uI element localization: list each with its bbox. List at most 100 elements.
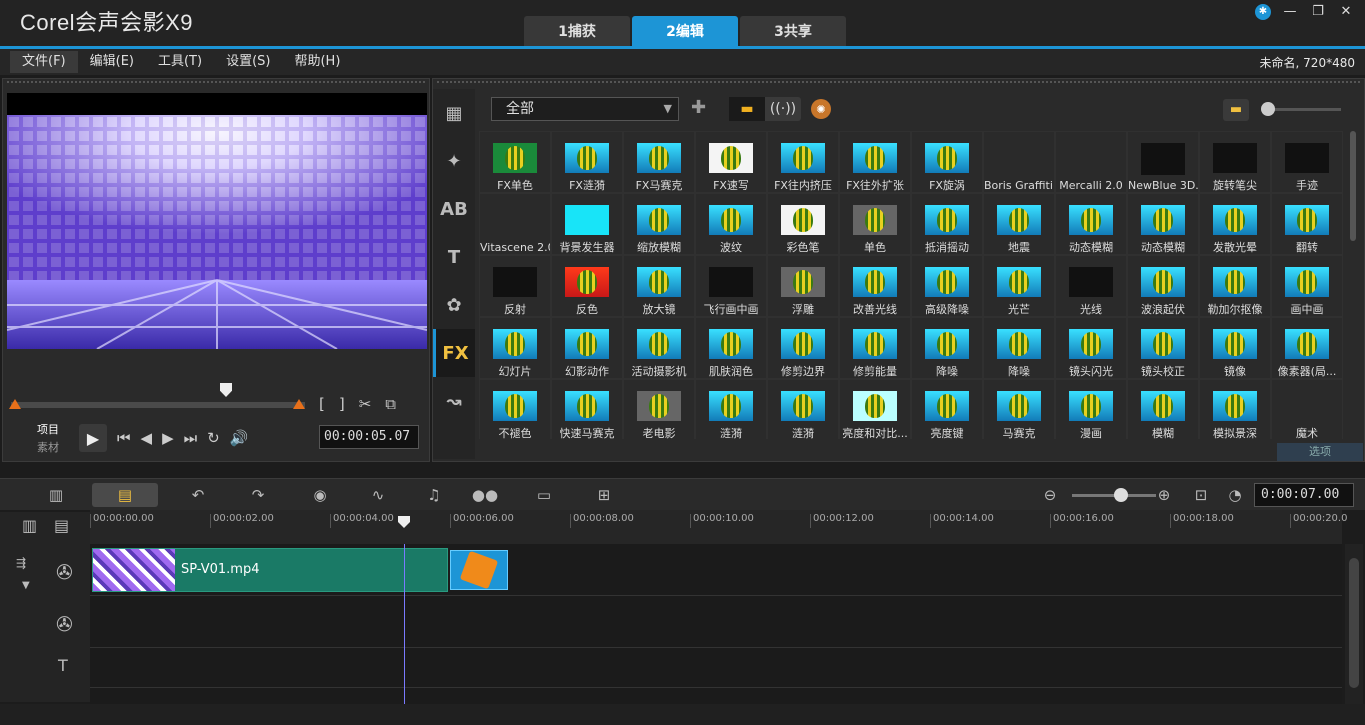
effect-item[interactable]: 旋转笔尖 xyxy=(1199,131,1271,193)
effect-item[interactable]: 涟漪 xyxy=(767,379,839,439)
undo-icon[interactable]: ↶ xyxy=(186,483,210,507)
effect-item[interactable]: FX涟漪 xyxy=(551,131,623,193)
minimize-icon[interactable]: — xyxy=(1281,4,1299,20)
effect-item[interactable]: 缩放模糊 xyxy=(623,193,695,255)
effect-item[interactable]: 单色 xyxy=(839,193,911,255)
menu-help[interactable]: 帮助(H) xyxy=(282,51,352,73)
menu-settings[interactable]: 设置(S) xyxy=(214,51,282,73)
effect-item[interactable]: Mercalli 2.0 xyxy=(1055,131,1127,193)
track-manager-icon[interactable]: ▥ xyxy=(22,516,37,535)
timeline-vscroll[interactable] xyxy=(1345,544,1363,704)
effect-item[interactable]: 降噪 xyxy=(983,317,1055,379)
effect-item[interactable]: 彩色笔 xyxy=(767,193,839,255)
multi-camera-icon[interactable]: ⊞ xyxy=(590,483,618,507)
home-icon[interactable]: ⏮ xyxy=(117,429,131,447)
add-filter-icon[interactable]: ✚ xyxy=(691,97,706,118)
video-filter-icon[interactable]: ▬ xyxy=(729,97,765,121)
effect-item[interactable]: 反射 xyxy=(479,255,551,317)
effect-item[interactable]: 肌肤润色 xyxy=(695,317,767,379)
film-reel-icon[interactable]: ✺ xyxy=(811,99,831,119)
redo-icon[interactable]: ↷ xyxy=(246,483,270,507)
effect-item[interactable]: 降噪 xyxy=(911,317,983,379)
effect-item[interactable]: 飞行画中画 xyxy=(695,255,767,317)
scrubber-head[interactable] xyxy=(220,383,232,397)
effect-item[interactable]: 快速马赛克 xyxy=(551,379,623,439)
mode-clip[interactable]: 素材 xyxy=(37,439,59,457)
effect-item[interactable]: 抵消摇动 xyxy=(911,193,983,255)
enlarge-preview-icon[interactable]: ⧉ xyxy=(385,395,396,413)
play-icon[interactable]: ▶ xyxy=(79,424,107,452)
video-track[interactable]: SP-V01.mp4 xyxy=(90,544,1342,596)
effect-item[interactable]: 修剪边界 xyxy=(767,317,839,379)
effect-item[interactable]: FX往外扩张 xyxy=(839,131,911,193)
volume-icon[interactable]: 🔊 xyxy=(230,429,249,447)
track-expand-icon[interactable]: ▼ xyxy=(22,580,30,591)
path-icon[interactable]: ↝ xyxy=(433,377,475,425)
timeline-vscroll-thumb[interactable] xyxy=(1349,558,1359,688)
effect-item[interactable]: 亮度和对比... xyxy=(839,379,911,439)
timeline-timecode[interactable]: 0:00:07.00 xyxy=(1254,483,1354,507)
title-track[interactable] xyxy=(90,648,1342,688)
menu-tools[interactable]: 工具(T) xyxy=(146,51,214,73)
trim-end-handle[interactable] xyxy=(293,399,305,409)
effect-item[interactable]: FX马赛克 xyxy=(623,131,695,193)
effect-item[interactable]: 马赛克 xyxy=(983,379,1055,439)
effect-item[interactable]: 改善光线 xyxy=(839,255,911,317)
sound-mixer-icon[interactable]: ∿ xyxy=(364,483,392,507)
fit-project-icon[interactable]: ⊡ xyxy=(1190,483,1212,507)
effect-item[interactable]: 动态模糊 xyxy=(1055,193,1127,255)
player-timecode[interactable]: 00:00:05.07 xyxy=(319,425,419,449)
trim-start-handle[interactable] xyxy=(9,399,21,409)
effect-item[interactable]: 镜像 xyxy=(1199,317,1271,379)
close-icon[interactable]: ✕ xyxy=(1337,4,1355,20)
effect-item[interactable]: Boris Graffiti ... xyxy=(983,131,1055,193)
effect-item[interactable]: 亮度键 xyxy=(911,379,983,439)
overlay-track[interactable] xyxy=(90,596,1342,648)
graphics-icon[interactable]: ✿ xyxy=(433,281,475,329)
effect-item[interactable]: 幻影动作 xyxy=(551,317,623,379)
effect-item[interactable]: FX旋涡 xyxy=(911,131,983,193)
effect-item[interactable]: 漫画 xyxy=(1055,379,1127,439)
effect-item[interactable]: 活动摄影机 xyxy=(623,317,695,379)
timeline-view-icon[interactable]: ▤ xyxy=(92,483,158,507)
next-frame-icon[interactable]: ▶ xyxy=(162,429,174,447)
end-icon[interactable]: ⏭ xyxy=(184,429,198,447)
split-scissors-icon[interactable]: ✂ xyxy=(359,395,372,413)
repeat-icon[interactable]: ↻ xyxy=(207,429,220,447)
media-icon[interactable]: ▦ xyxy=(433,89,475,137)
ripple-edit-icon[interactable]: ⇶ xyxy=(16,556,26,570)
trim-bar[interactable] xyxy=(11,402,305,408)
effect-item[interactable]: 手迹 xyxy=(1271,131,1343,193)
help-snowflake-icon[interactable]: ✱ xyxy=(1255,4,1271,20)
effect-item[interactable]: FX速写 xyxy=(695,131,767,193)
library-scrollbar[interactable] xyxy=(1350,131,1356,241)
effect-item[interactable]: 模拟景深 xyxy=(1199,379,1271,439)
effect-item[interactable]: 幻灯片 xyxy=(479,317,551,379)
tab-capture[interactable]: 1捕获 xyxy=(524,16,630,46)
tab-share[interactable]: 3共享 xyxy=(740,16,846,46)
effect-item[interactable]: 动态模糊 xyxy=(1127,193,1199,255)
effect-item[interactable]: 不褪色 xyxy=(479,379,551,439)
effect-item[interactable]: 波浪起伏 xyxy=(1127,255,1199,317)
effect-item[interactable]: 魔术 xyxy=(1271,379,1343,439)
effect-item[interactable]: 镜头闪光 xyxy=(1055,317,1127,379)
auto-music-icon[interactable]: ♫ xyxy=(420,483,448,507)
mark-out-icon[interactable]: ] xyxy=(339,395,345,413)
effect-item[interactable]: 像素器(局... xyxy=(1271,317,1343,379)
mode-project[interactable]: 项目 xyxy=(37,421,59,439)
effect-item[interactable]: 老电影 xyxy=(623,379,695,439)
menu-edit[interactable]: 编辑(E) xyxy=(78,51,146,73)
audio-filter-icon[interactable]: ((·)) xyxy=(765,97,801,121)
instant-project-icon[interactable]: ✦ xyxy=(433,137,475,185)
video-clip[interactable]: SP-V01.mp4 xyxy=(92,548,448,592)
mark-in-icon[interactable]: [ xyxy=(319,395,325,413)
effect-item[interactable]: 高级降噪 xyxy=(911,255,983,317)
time-ruler[interactable]: 00:00:00.00 00:00:02.00 00:00:04.00 00:00:0… xyxy=(90,510,1347,544)
effect-item[interactable]: 地震 xyxy=(983,193,1055,255)
effect-item[interactable]: 光线 xyxy=(1055,255,1127,317)
category-dropdown[interactable]: 全部 ▼ xyxy=(491,97,679,121)
effect-item[interactable]: 光芒 xyxy=(983,255,1055,317)
subtitle-editor-icon[interactable]: ▭ xyxy=(530,483,558,507)
thumb-size-knob[interactable] xyxy=(1261,102,1275,116)
record-capture-icon[interactable]: ◉ xyxy=(306,483,334,507)
